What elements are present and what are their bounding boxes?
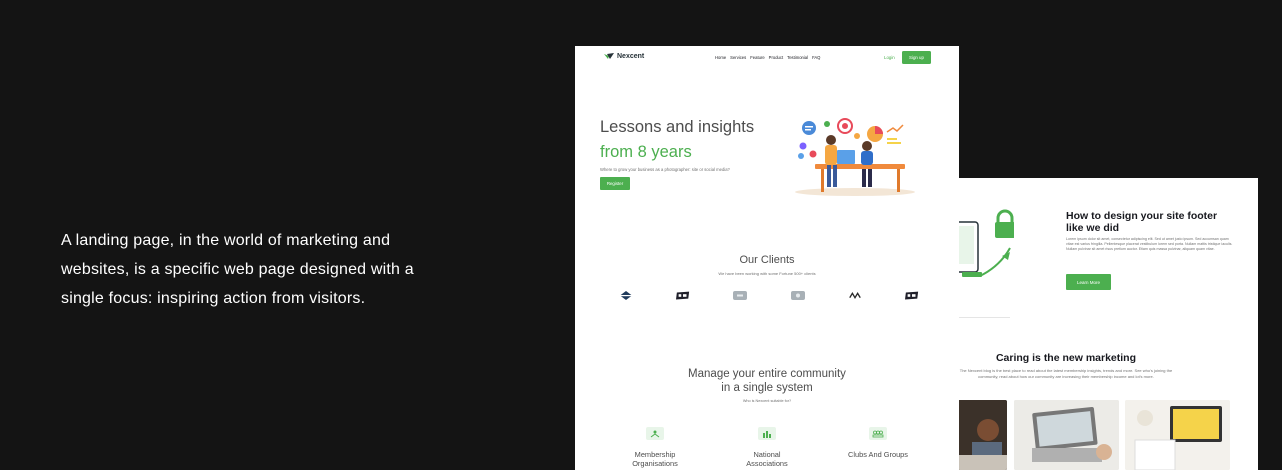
- navbar: Nexcent Home Services Feature Product Te…: [575, 46, 959, 70]
- logo-6-icon: [904, 291, 919, 300]
- nav-menu: Home Services Feature Product Testimonia…: [715, 55, 820, 60]
- manage-title-line2: in a single system: [721, 382, 813, 394]
- membership-icon: [646, 427, 664, 440]
- stage: A landing page, in the world of marketin…: [0, 0, 1282, 470]
- nav-item-product[interactable]: Product: [769, 55, 783, 60]
- hero-illustration: [795, 118, 915, 196]
- learn-more-button[interactable]: Learn More: [1066, 274, 1111, 290]
- blog-image-2[interactable]: [1014, 400, 1119, 470]
- blog-image-1[interactable]: [958, 400, 1007, 470]
- clients-subtitle: We have been working with some Fortune 5…: [718, 271, 816, 276]
- feature-membership[interactable]: Membership Organisations: [620, 427, 690, 468]
- blog-text: Lorem ipsum dolor sit amet, consectetur …: [1066, 237, 1233, 251]
- hero-title-line2: from 8 years: [600, 143, 692, 161]
- hero-title-line1: Lessons and insights: [600, 118, 755, 136]
- nav-item-services[interactable]: Services: [730, 55, 746, 60]
- feature-clubs-label: Clubs And Groups: [848, 450, 908, 459]
- manage-title-line1: Manage your entire community: [688, 368, 846, 380]
- nav-item-home[interactable]: Home: [715, 55, 726, 60]
- phone-lock-illustration: [958, 209, 1014, 277]
- nav-item-testimonial[interactable]: Testimonial: [787, 55, 808, 60]
- clients-title: Our Clients: [739, 254, 795, 266]
- intro-text: A landing page, in the world of marketin…: [61, 232, 414, 307]
- logo-5-icon: [848, 291, 862, 300]
- blog-title: How to design your site footer like we d…: [1066, 210, 1218, 234]
- feature-membership-label: Membership Organisations: [632, 450, 678, 468]
- signup-button[interactable]: Sign up: [902, 51, 931, 64]
- manage-subtitle: Who is Nexcent suitable for?: [742, 399, 792, 403]
- logo[interactable]: Nexcent: [604, 53, 644, 60]
- building-icon: [758, 427, 776, 440]
- logo-1-icon: [619, 290, 633, 300]
- logo-text: Nexcent: [617, 53, 645, 60]
- nexcent-logo-icon: [604, 53, 614, 59]
- caring-subtitle: The Nexcent blog is the best place to re…: [959, 368, 1173, 379]
- nav-item-feature[interactable]: Feature: [750, 55, 764, 60]
- feature-national-label: National Associations: [746, 450, 788, 468]
- group-icon: [869, 427, 887, 440]
- login-link[interactable]: Login: [884, 55, 895, 60]
- divider: [958, 317, 1010, 318]
- register-button[interactable]: Register: [600, 177, 630, 190]
- blog-preview-card: How to design your site footer like we d…: [946, 178, 1258, 470]
- caring-title: Caring is the new marketing: [995, 352, 1137, 364]
- client-logos: [619, 289, 919, 301]
- logo-3-icon: [733, 290, 748, 300]
- landing-page-card: Nexcent Home Services Feature Product Te…: [575, 46, 959, 470]
- feature-clubs[interactable]: Clubs And Groups: [843, 427, 913, 459]
- logo-2-icon: [676, 291, 690, 300]
- logo-4-icon: [790, 290, 805, 300]
- feature-national[interactable]: National Associations: [732, 427, 802, 468]
- hero-subtitle: Where to grow your business as a photogr…: [600, 167, 730, 172]
- blog-image-3[interactable]: [1125, 400, 1230, 470]
- nav-item-faq[interactable]: FAQ: [812, 55, 820, 60]
